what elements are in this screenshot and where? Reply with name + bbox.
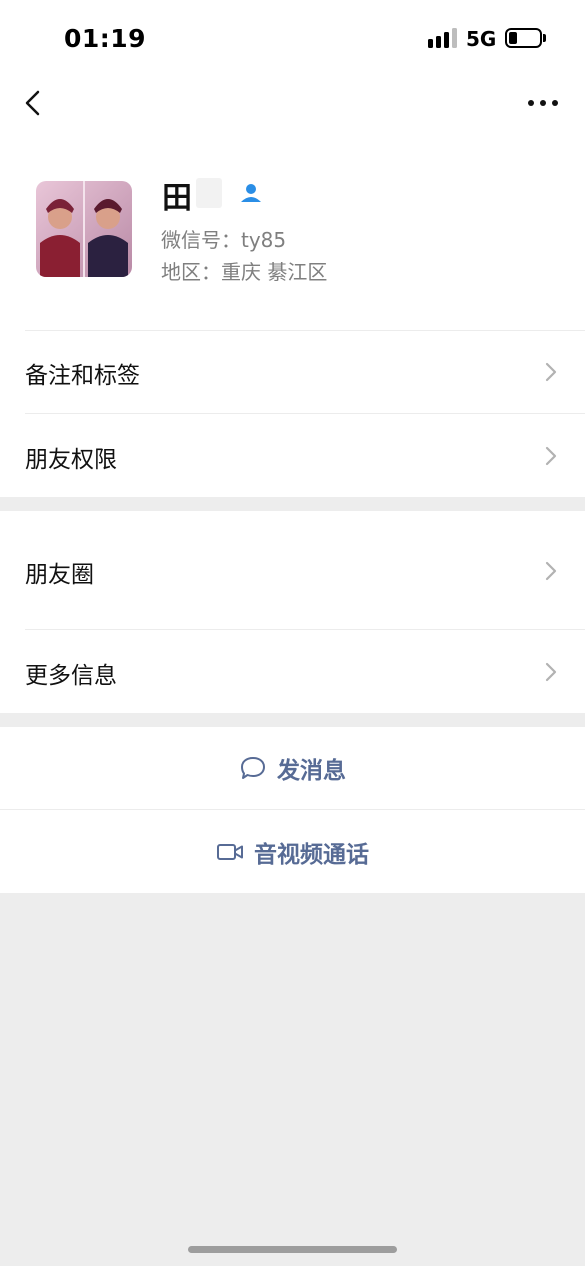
chevron-right-icon — [545, 662, 557, 682]
actions-section: 发消息 音视频通话 — [0, 727, 585, 893]
contact-name: 田 — [162, 181, 192, 216]
more-dots-icon[interactable] — [528, 100, 560, 110]
signal-icon — [428, 28, 458, 48]
status-bar: 01:19 5G — [0, 0, 585, 78]
row-more-info[interactable]: 更多信息 — [0, 630, 585, 713]
chevron-right-icon — [545, 561, 557, 581]
video-call-button[interactable]: 音视频通话 — [0, 810, 585, 893]
video-call-label: 音视频通话 — [254, 841, 369, 868]
row-moments[interactable]: 朋友圈 — [0, 511, 585, 629]
settings-section: 备注和标签 朋友权限 — [0, 330, 585, 497]
send-message-button[interactable]: 发消息 — [0, 727, 585, 809]
wechat-id-redaction — [296, 224, 346, 252]
battery-icon — [505, 28, 542, 48]
contact-profile-screen: 01:19 5G 田 微信号：ty85 地区：重庆 綦江区 备注和标签 朋友权限… — [0, 0, 585, 1266]
person-icon — [241, 184, 261, 202]
profile-header: 田 微信号：ty85 地区：重庆 綦江区 — [0, 138, 585, 330]
chevron-right-icon — [545, 362, 557, 382]
battery-tip — [543, 34, 546, 42]
home-indicator[interactable] — [188, 1246, 397, 1253]
row-label: 备注和标签 — [25, 363, 140, 389]
row-label: 朋友权限 — [25, 447, 117, 473]
status-time: 01:19 — [64, 24, 147, 53]
row-remark-tags[interactable]: 备注和标签 — [0, 330, 585, 413]
chat-bubble-icon — [241, 757, 265, 779]
row-label: 朋友圈 — [25, 562, 94, 588]
send-message-label: 发消息 — [277, 758, 346, 784]
chevron-left-icon[interactable] — [22, 88, 52, 124]
chevron-right-icon — [545, 446, 557, 466]
info-section: 朋友圈 更多信息 — [0, 511, 585, 713]
region: 地区：重庆 綦江区 — [161, 260, 328, 284]
name-redaction — [196, 178, 222, 208]
nav-bar — [0, 78, 585, 138]
row-friend-permissions[interactable]: 朋友权限 — [0, 414, 585, 497]
avatar[interactable] — [36, 181, 132, 277]
network-type: 5G — [466, 27, 497, 51]
row-label: 更多信息 — [25, 663, 117, 689]
video-camera-icon — [217, 843, 243, 860]
wechat-id: 微信号：ty85 — [161, 228, 287, 252]
